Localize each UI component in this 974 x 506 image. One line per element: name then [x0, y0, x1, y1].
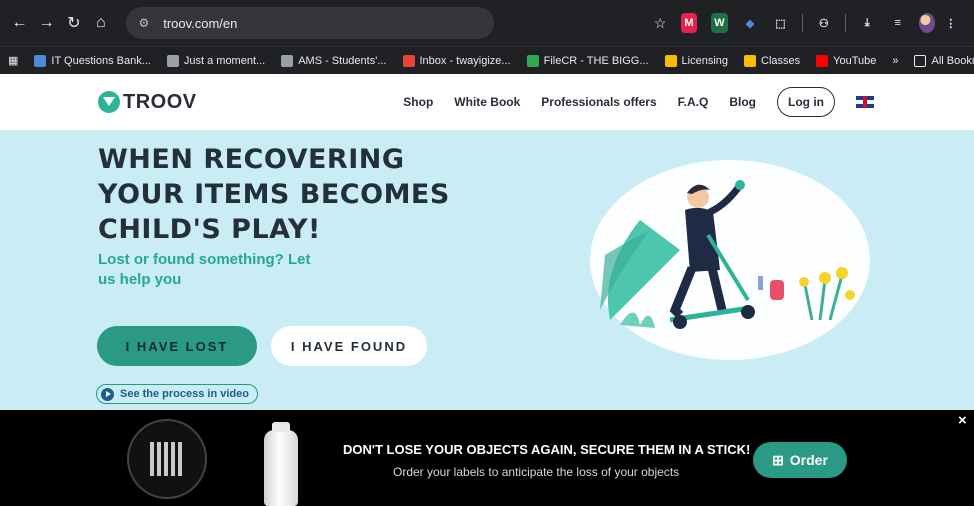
download-icon[interactable]: ⤓ [859, 13, 876, 33]
more-bookmarks-icon[interactable]: » [892, 55, 898, 67]
logo-text: TROOV [123, 90, 197, 113]
bookmark-label: YouTube [833, 54, 877, 67]
bookmark-favicon [744, 54, 756, 67]
bookmark-favicon [166, 54, 179, 67]
bookmark-label: Classes [761, 54, 801, 67]
process-video-link[interactable]: See the process in video [96, 384, 258, 404]
bookmark-item[interactable]: Classes [744, 54, 801, 67]
i-have-lost-button[interactable]: I HAVE LOST [97, 326, 257, 366]
nav-shop[interactable]: Shop [403, 95, 433, 109]
hero-subhead: Lost or found something? Let us help you [98, 251, 311, 288]
qr-code-icon [150, 442, 184, 476]
extension-icon[interactable]: M [680, 13, 698, 33]
promo-subtitle: Order your labels to anticipate the loss… [393, 465, 680, 479]
bookmark-favicon [402, 54, 415, 67]
bottle-image [264, 422, 298, 506]
menu-icon[interactable]: ⋮ [942, 13, 959, 33]
order-button[interactable]: ⊞ Order [753, 442, 847, 478]
promo-banner: DON'T LOSE YOUR OBJECTS AGAIN, SECURE TH… [0, 410, 974, 506]
bookmark-favicon [281, 54, 294, 67]
bookmark-star-icon[interactable]: ☆ [654, 15, 674, 32]
apps-icon[interactable]: ▦ [8, 54, 18, 67]
promo-title: DON'T LOSE YOUR OBJECTS AGAIN, SECURE TH… [343, 442, 751, 457]
i-have-found-button[interactable]: I HAVE FOUND [271, 326, 427, 366]
nav-faq[interactable]: F.A.Q [678, 95, 709, 109]
nav-white-book[interactable]: White Book [454, 95, 520, 109]
site-info-icon[interactable]: ⚙ [138, 16, 149, 30]
bookmark-label: AMS - Students'... [298, 54, 387, 67]
nav-professionals-offers[interactable]: Professionals offers [541, 95, 656, 109]
bookmark-favicon [664, 54, 677, 67]
login-button[interactable]: Log in [777, 87, 835, 117]
reading-list-icon[interactable]: ≡ [889, 13, 906, 33]
bookmark-label: Just a moment... [183, 54, 266, 67]
bookmark-favicon [816, 54, 829, 67]
bookmark-label: FileCR - THE BIGG... [543, 54, 649, 67]
puzzle-icon[interactable]: ⬚ [772, 13, 789, 33]
nav-blog[interactable]: Blog [729, 95, 756, 109]
home-icon[interactable]: ⌂ [89, 9, 112, 37]
folder-icon [914, 54, 927, 67]
bookmark-item[interactable]: YouTube [816, 54, 877, 67]
bookmark-label: Inbox - twayigize... [419, 54, 511, 67]
incognito-icon[interactable]: ⚇ [816, 13, 833, 33]
bookmark-label: Licensing [681, 54, 728, 67]
bookmark-item[interactable]: Inbox - twayigize... [402, 54, 511, 67]
all-bookmarks[interactable]: All Bookmarks [914, 54, 974, 67]
extension-icon[interactable]: W [711, 13, 728, 33]
bookmark-item[interactable]: Just a moment... [166, 54, 266, 67]
troov-logo[interactable]: TROOV [98, 91, 197, 114]
hero-illustration [590, 160, 870, 360]
reload-icon[interactable]: ↻ [62, 9, 85, 37]
bookmark-item[interactable]: FileCR - THE BIGG... [526, 54, 649, 67]
uk-flag-icon[interactable] [856, 96, 874, 108]
play-icon [101, 387, 114, 401]
main-nav: Shop White Book Professionals offers F.A… [382, 87, 874, 117]
all-bookmarks-label: All Bookmarks [931, 54, 974, 67]
hero-headline: WHEN RECOVERING YOUR ITEMS BECOMES CHILD… [98, 144, 450, 245]
bookmark-favicon [34, 54, 47, 67]
back-icon[interactable]: ← [8, 9, 31, 37]
logo-mark-icon [98, 91, 120, 113]
gift-icon: ⊞ [772, 451, 784, 468]
extension-icon[interactable]: ◆ [742, 13, 759, 33]
url-text: troov.com/en [163, 15, 238, 31]
bookmark-favicon [526, 54, 539, 67]
divider [845, 14, 846, 32]
bookmark-item[interactable]: AMS - Students'... [281, 54, 387, 67]
bookmark-item[interactable]: Licensing [664, 54, 728, 67]
hero-section: WHEN RECOVERING YOUR ITEMS BECOMES CHILD… [0, 130, 974, 410]
forward-icon[interactable]: → [35, 9, 58, 37]
close-banner-icon[interactable]: × [958, 412, 967, 429]
bookmarks-bar: ▦ IT Questions Bank... Just a moment... … [0, 46, 974, 74]
profile-avatar[interactable] [918, 13, 936, 33]
video-link-label: See the process in video [120, 388, 249, 400]
bookmark-item[interactable]: IT Questions Bank... [34, 54, 151, 67]
browser-toolbar: ← → ↻ ⌂ ⚙ troov.com/en ☆ M W ◆ ⬚ ⚇ ⤓ ≡ ⋮ [0, 0, 974, 46]
divider [801, 14, 803, 32]
site-header: TROOV Shop White Book Professionals offe… [0, 74, 974, 130]
order-label: Order [789, 452, 828, 468]
bookmark-label: IT Questions Bank... [51, 54, 151, 67]
address-bar[interactable]: ⚙ troov.com/en [126, 7, 494, 39]
